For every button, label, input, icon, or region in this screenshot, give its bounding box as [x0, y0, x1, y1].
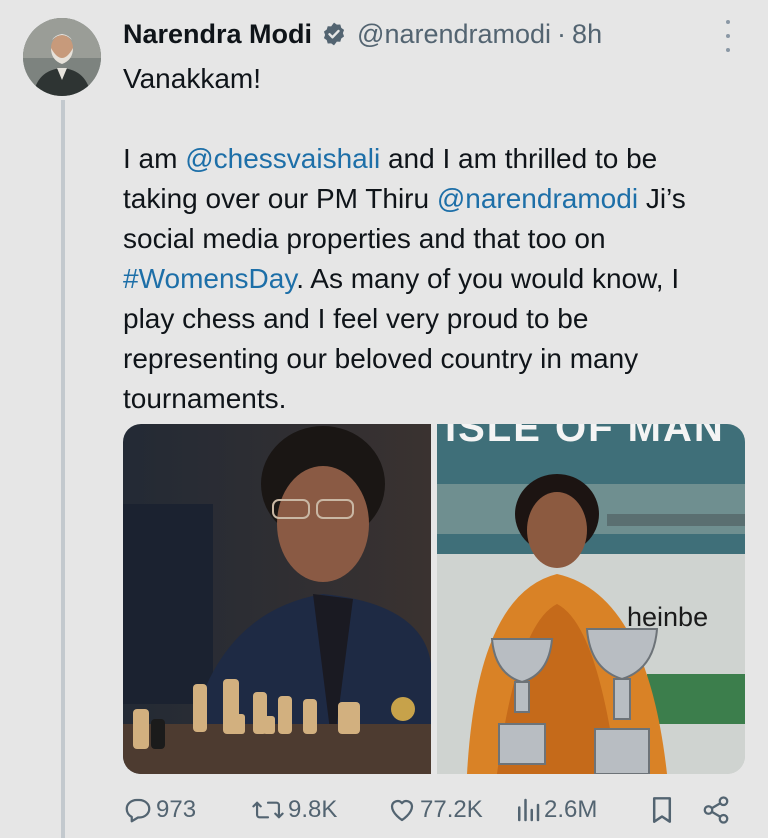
header-separator: · [557, 18, 567, 49]
photo-sign-text: ISLE OF MAN [445, 424, 725, 450]
mention-link[interactable]: @narendramodi [437, 183, 638, 214]
views-button[interactable]: 2.6M [515, 790, 597, 830]
reply-count: 973 [156, 796, 197, 823]
tweet-body: I am @chessvaishali and I am thrilled to… [123, 139, 743, 419]
heart-icon [387, 795, 417, 825]
tweet-greeting: Vanakkam! [123, 63, 261, 94]
tweet-header: Narendra Modi @narendramodi · 8h [123, 14, 602, 54]
tweet-text-segment: I am [123, 143, 186, 174]
repost-icon [251, 795, 285, 825]
views-chart-icon [515, 795, 541, 825]
tweet-line: #WomensDay. As many of you would know, I [123, 259, 743, 299]
tweet-line: tournaments. [123, 379, 743, 419]
verified-badge-icon [321, 21, 347, 47]
share-icon [701, 795, 731, 825]
share-button[interactable] [701, 790, 731, 830]
like-button[interactable]: 77.2K [387, 790, 483, 830]
tweet-text-segment: taking over our PM Thiru [123, 183, 437, 214]
tweet-text-segment: and I am thrilled to be [380, 143, 658, 174]
tweet-text: Vanakkam! I am @chessvaishali and I am t… [123, 59, 743, 419]
tweet-text-segment: Ji’s [638, 183, 686, 214]
photo-banner-text: heinbe [627, 602, 709, 632]
tweet-text-segment: tournaments. [123, 383, 287, 414]
photo-trophies[interactable]: ISLE OF MAN heinbe [437, 424, 745, 774]
tweet-text-segment: play chess and I feel very proud to be [123, 303, 589, 334]
tweet-line: representing our beloved country in many [123, 339, 743, 379]
author-avatar[interactable] [23, 18, 101, 96]
more-vertical-icon[interactable] [716, 20, 740, 52]
views-count: 2.6M [544, 796, 598, 823]
media-grid[interactable]: ISLE OF MAN heinbe [123, 424, 745, 774]
author-name[interactable]: Narendra Modi [123, 19, 312, 50]
tweet-line: play chess and I feel very proud to be [123, 299, 743, 339]
tweet-text-segment: social media properties and that too on [123, 223, 606, 254]
like-count: 77.2K [420, 796, 483, 823]
reply-icon [123, 795, 153, 825]
photo-chess-game[interactable] [123, 424, 431, 774]
bookmark-button[interactable] [649, 790, 675, 830]
tweet-timestamp[interactable]: 8h [572, 19, 602, 50]
hashtag-link[interactable]: #WomensDay [123, 263, 296, 294]
mention-link[interactable]: @chessvaishali [185, 143, 380, 174]
tweet-view: Narendra Modi @narendramodi · 8h Vanakka… [0, 0, 768, 838]
author-handle[interactable]: @narendramodi [357, 19, 551, 50]
reply-button[interactable]: 973 [123, 790, 196, 830]
tweet-line: taking over our PM Thiru @narendramodi J… [123, 179, 743, 219]
tweet-text-segment: . As many of you would know, I [296, 263, 680, 294]
tweet-line: social media properties and that too on [123, 219, 743, 259]
tweet-actions: 973 9.8K 77.2K 2.6M [123, 790, 743, 830]
tweet-text-segment: representing our beloved country in many [123, 343, 639, 374]
thread-line [61, 100, 65, 838]
repost-count: 9.8K [288, 796, 338, 823]
tweet-line: I am @chessvaishali and I am thrilled to… [123, 139, 743, 179]
repost-button[interactable]: 9.8K [251, 790, 337, 830]
bookmark-icon [649, 794, 675, 826]
